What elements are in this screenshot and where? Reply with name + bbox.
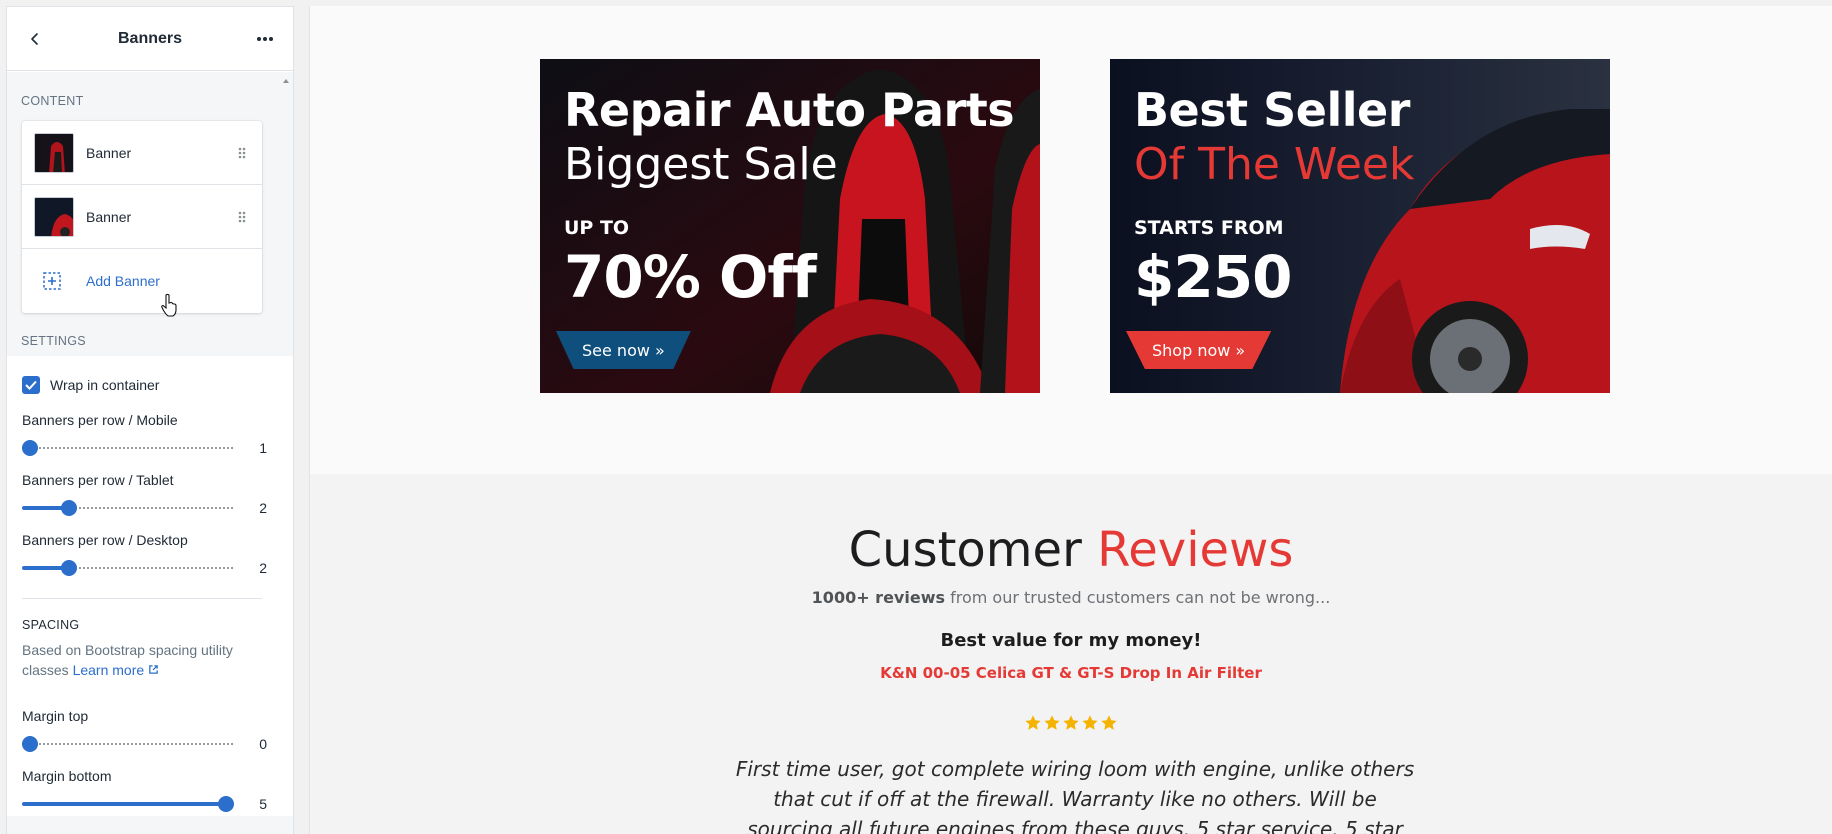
- review-text: First time user, got complete wiring loo…: [735, 757, 1415, 834]
- slider-value: 2: [259, 500, 267, 516]
- promo-offer-text: $250: [1134, 243, 1292, 311]
- reviews-subtitle: 1000+ reviews from our trusted customers…: [310, 588, 1832, 607]
- slider-label: Margin top: [22, 708, 89, 724]
- add-block-icon: [43, 272, 61, 290]
- section-settings-sidebar: Banners CONTENT Banner Banner Add Banner…: [6, 6, 294, 834]
- storefront-preview: Repair Auto Parts Biggest Sale UP TO 70%…: [309, 6, 1832, 834]
- banners-per-row-desktop-setting: Banners per row / Desktop 2: [22, 532, 267, 580]
- reviews-title-accent: Reviews: [1097, 522, 1294, 578]
- slider-fill: [22, 802, 226, 806]
- promo-heading-line2: Of The Week: [1134, 139, 1415, 190]
- customer-reviews-section: Customer Reviews 1000+ reviews from our …: [310, 474, 1832, 834]
- drag-handle-icon[interactable]: [234, 209, 250, 225]
- promo-small-text: STARTS FROM: [1134, 217, 1284, 239]
- slider-value: 2: [259, 560, 267, 576]
- slider-handle[interactable]: [61, 500, 78, 516]
- banners-per-row-mobile-setting: Banners per row / Mobile 1: [22, 412, 267, 460]
- slider-label: Banners per row / Tablet: [22, 472, 174, 488]
- external-link-icon: [149, 665, 158, 674]
- promo-heading-line1: Repair Auto Parts: [564, 83, 1015, 137]
- banner-block-label: Banner: [86, 144, 132, 161]
- star-icon: [1044, 715, 1060, 730]
- drag-handle-icon[interactable]: [234, 145, 250, 161]
- promo-small-text: UP TO: [564, 217, 630, 239]
- slider-value: 5: [259, 796, 267, 812]
- back-icon[interactable]: [21, 25, 49, 53]
- banner-blocks-list: Banner Banner Add Banner: [22, 121, 262, 313]
- slider-handle[interactable]: [22, 440, 38, 456]
- learn-more-link[interactable]: Learn more: [73, 662, 159, 678]
- slider-handle[interactable]: [22, 736, 38, 752]
- banners-section: Repair Auto Parts Biggest Sale UP TO 70%…: [310, 6, 1832, 474]
- wrap-in-container-checkbox[interactable]: Wrap in container: [22, 376, 159, 394]
- margin-bottom-slider[interactable]: 5: [22, 792, 267, 816]
- banners-per-row-mobile-slider[interactable]: 1: [22, 436, 267, 460]
- slider-label: Banners per row / Mobile: [22, 412, 178, 428]
- reviews-title: Customer Reviews: [310, 522, 1832, 578]
- banners-per-row-desktop-slider[interactable]: 2: [22, 556, 267, 580]
- star-rating: [310, 714, 1832, 732]
- star-icon: [1082, 715, 1098, 730]
- slider-handle[interactable]: [218, 796, 234, 812]
- star-icon: [1025, 715, 1041, 730]
- slider-handle[interactable]: [61, 560, 78, 576]
- star-icon: [1101, 715, 1117, 730]
- reviews-subtitle-rest: from our trusted customers can not be wr…: [945, 588, 1331, 607]
- promo-offer-text: 70% Off: [564, 243, 817, 311]
- settings-panel: Wrap in container Banners per row / Mobi…: [7, 356, 293, 816]
- divider: [22, 598, 262, 599]
- add-banner-label: Add Banner: [86, 273, 160, 289]
- banner-block-item[interactable]: Banner: [22, 121, 262, 185]
- promo-banner-best-seller[interactable]: Best Seller Of The Week STARTS FROM $250…: [1110, 59, 1610, 393]
- banner-block-label: Banner: [86, 208, 132, 225]
- add-banner-button[interactable]: Add Banner: [22, 249, 262, 313]
- checkbox-checked-icon[interactable]: [22, 376, 40, 394]
- slider-track: [22, 447, 234, 449]
- promo-heading-line1: Best Seller: [1134, 83, 1410, 137]
- sidebar-header: Banners: [7, 7, 293, 71]
- content-section-label: CONTENT: [21, 94, 84, 108]
- banners-per-row-tablet-slider[interactable]: 2: [22, 496, 267, 520]
- promo-heading-line2: Biggest Sale: [564, 139, 838, 190]
- banners-per-row-tablet-setting: Banners per row / Tablet 2: [22, 472, 267, 520]
- margin-bottom-setting: Margin bottom 5: [22, 768, 267, 816]
- reviews-title-main: Customer: [848, 522, 1098, 578]
- more-options-icon[interactable]: [251, 25, 279, 53]
- slider-value: 1: [259, 440, 267, 456]
- theme-editor: Banners CONTENT Banner Banner Add Banner…: [0, 0, 1832, 834]
- settings-section-label: SETTINGS: [21, 334, 86, 348]
- shop-now-button[interactable]: Shop now »: [1126, 331, 1272, 369]
- banner-block-item[interactable]: Banner: [22, 185, 262, 249]
- sidebar-title: Banners: [117, 29, 183, 47]
- sidebar-scroll-area[interactable]: CONTENT Banner Banner Add Banner SETTING…: [7, 72, 293, 834]
- review-headline: Best value for my money!: [940, 630, 1202, 651]
- slider-label: Margin bottom: [22, 768, 112, 784]
- slider-value: 0: [259, 736, 267, 752]
- star-icon: [1063, 715, 1079, 730]
- margin-top-slider[interactable]: 0: [22, 732, 267, 756]
- slider-label: Banners per row / Desktop: [22, 532, 188, 548]
- promo-banner-repair[interactable]: Repair Auto Parts Biggest Sale UP TO 70%…: [540, 59, 1040, 393]
- learn-more-label: Learn more: [72, 662, 145, 678]
- banner-thumbnail: [34, 132, 74, 173]
- banner-thumbnail: [34, 196, 74, 237]
- scroll-up-arrow-icon[interactable]: [281, 76, 291, 86]
- slider-track: [22, 743, 234, 745]
- see-now-button[interactable]: See now »: [556, 331, 691, 369]
- spacing-help-text: Based on Bootstrap spacing utility class…: [22, 640, 247, 680]
- margin-top-setting: Margin top 0: [22, 708, 267, 756]
- reviews-count: 1000+ reviews: [811, 588, 945, 607]
- spacing-section-label: SPACING: [22, 618, 80, 632]
- review-product-link[interactable]: K&N 00-05 Celica GT & GT-S Drop In Air F…: [310, 664, 1832, 682]
- wrap-in-container-label: Wrap in container: [50, 377, 160, 393]
